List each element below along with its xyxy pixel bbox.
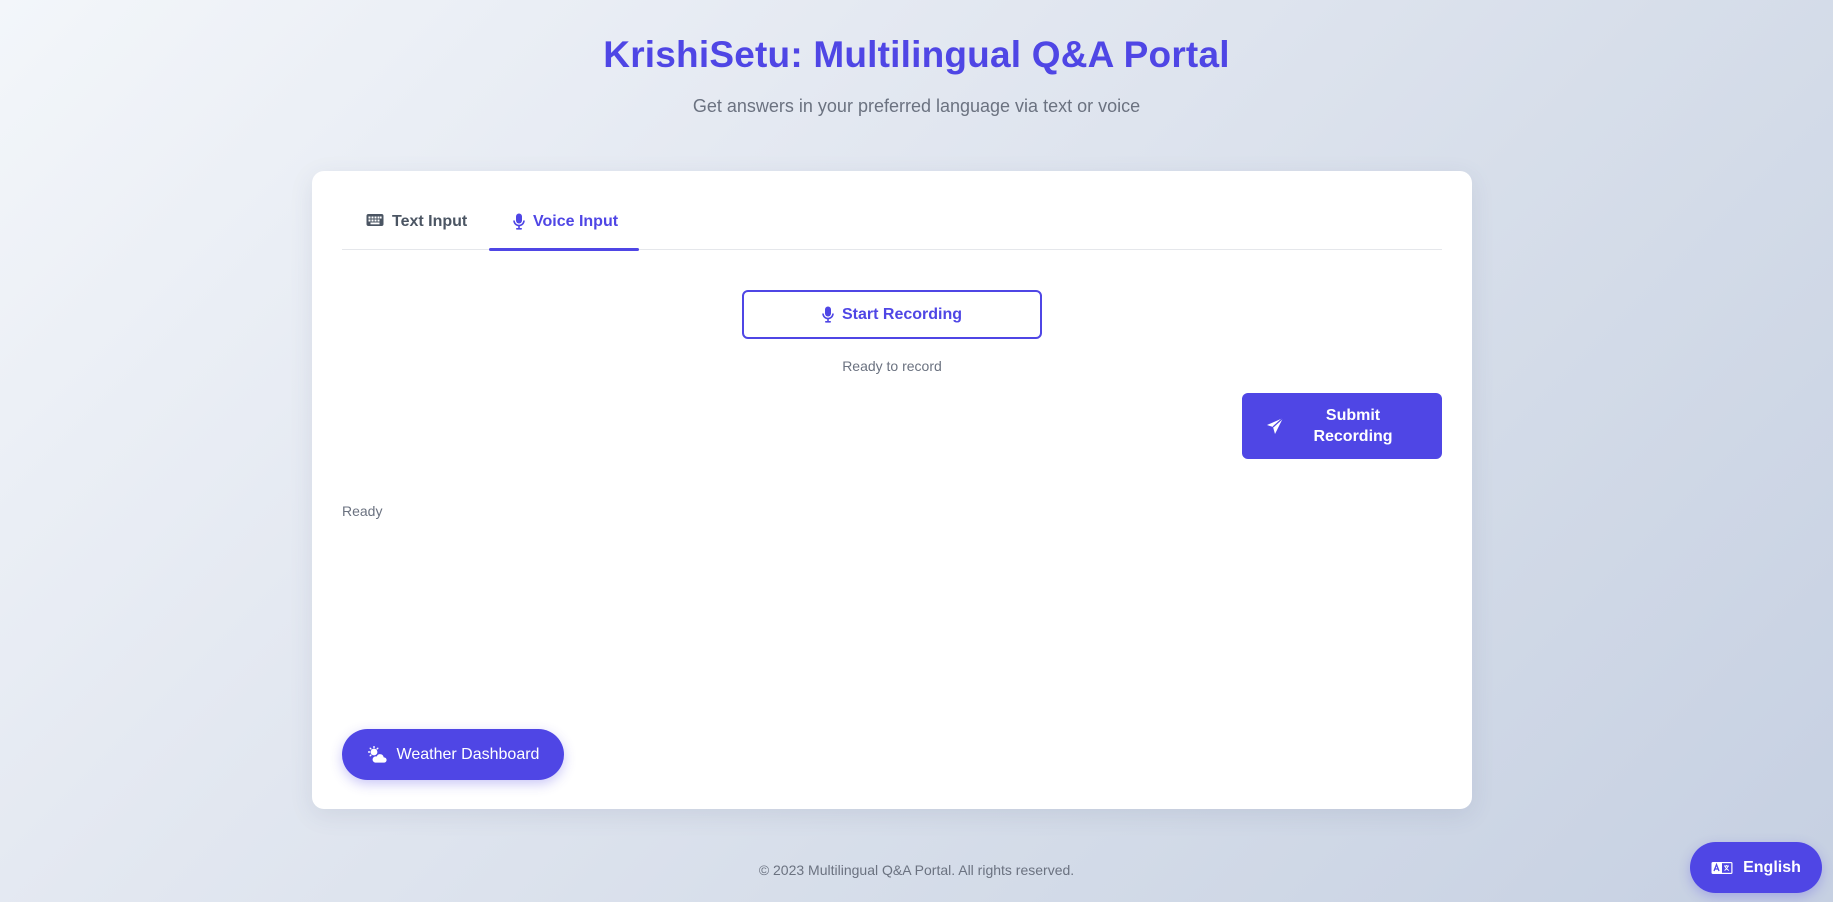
language-selector-button[interactable]: English bbox=[1690, 842, 1822, 893]
recording-status: Ready to record bbox=[842, 358, 942, 374]
microphone-icon bbox=[822, 306, 834, 323]
paper-plane-icon bbox=[1266, 417, 1284, 435]
input-tabs: Text Input Voice Input bbox=[342, 171, 1442, 251]
tab-text-input[interactable]: Text Input bbox=[366, 213, 467, 250]
keyboard-icon bbox=[366, 213, 384, 227]
weather-dashboard-label: Weather Dashboard bbox=[396, 745, 540, 763]
page-title: KrishiSetu: Multilingual Q&A Portal bbox=[603, 34, 1230, 75]
language-icon bbox=[1711, 861, 1733, 875]
microphone-icon bbox=[513, 213, 525, 230]
tab-text-input-label: Text Input bbox=[392, 213, 468, 230]
language-label: English bbox=[1743, 858, 1801, 876]
submit-recording-label: Submit Recording bbox=[1313, 407, 1393, 445]
start-recording-label: Start Recording bbox=[841, 305, 962, 323]
qa-card: Text Input Voice Input Start Recording R… bbox=[312, 171, 1472, 809]
tab-voice-input-label: Voice Input bbox=[533, 213, 619, 230]
page-subtitle: Get answers in your preferred language v… bbox=[692, 96, 1141, 116]
status-text: Ready bbox=[342, 503, 383, 519]
cloud-sun-icon bbox=[367, 745, 387, 764]
weather-dashboard-button[interactable]: Weather Dashboard bbox=[342, 729, 564, 780]
tab-voice-input[interactable]: Voice Input bbox=[489, 213, 639, 251]
start-recording-button[interactable]: Start Recording bbox=[742, 290, 1042, 339]
submit-recording-button[interactable]: Submit Recording bbox=[1242, 393, 1442, 459]
footer-copyright: © 2023 Multilingual Q&A Portal. All righ… bbox=[758, 862, 1075, 878]
